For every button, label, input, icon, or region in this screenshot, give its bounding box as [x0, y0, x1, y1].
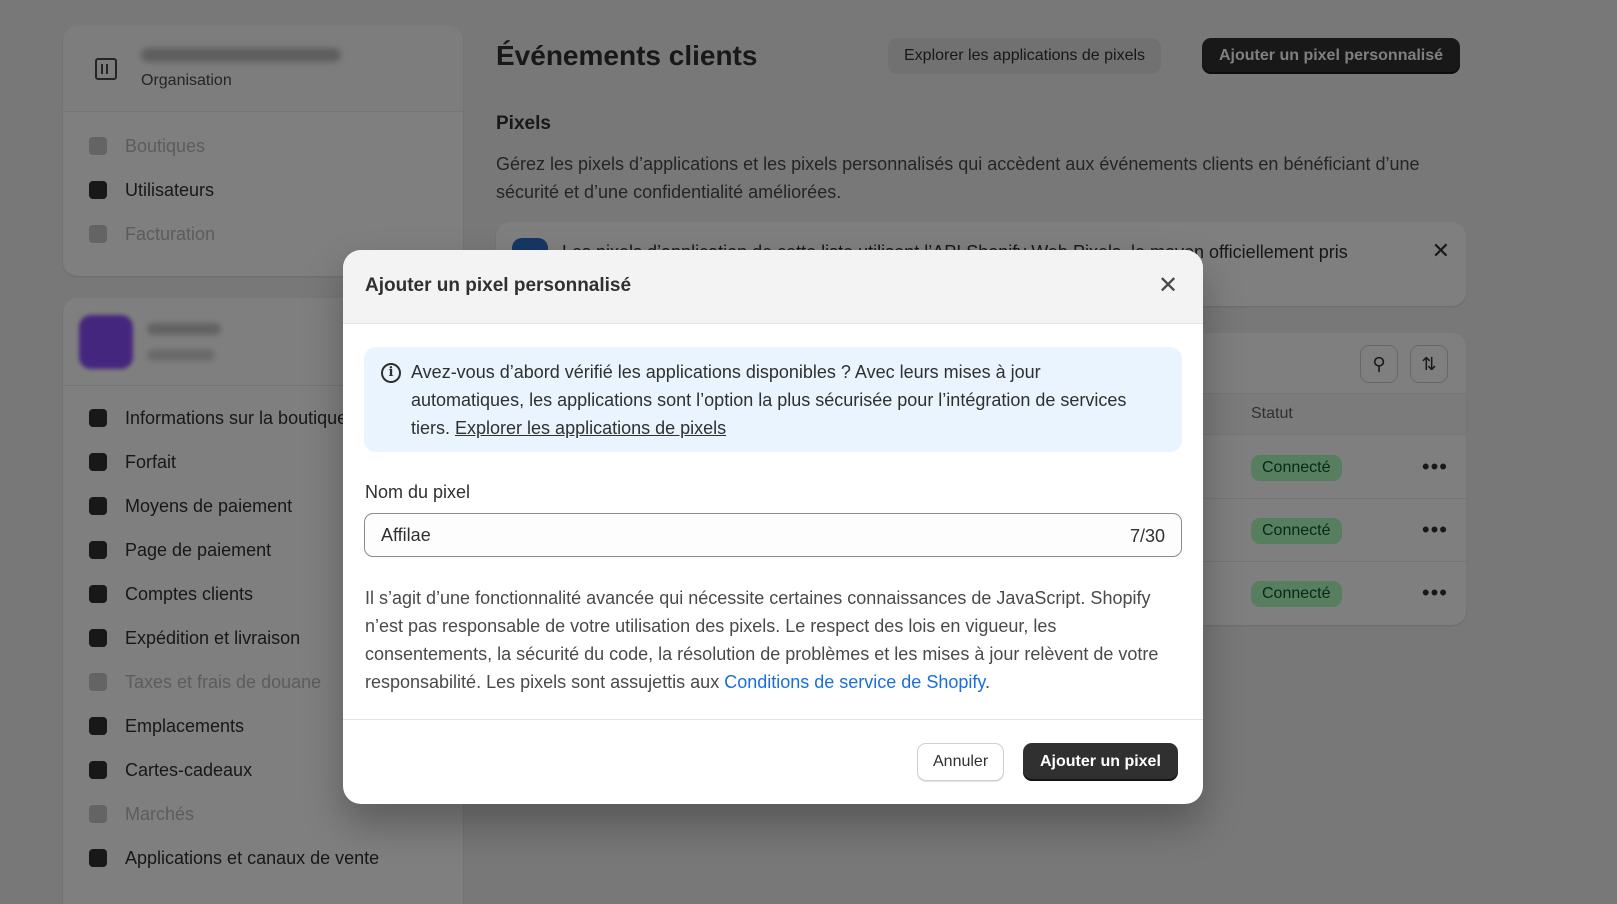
dialog-title: Ajouter un pixel personnalisé: [365, 275, 632, 296]
disclaimer-suffix: .: [985, 672, 991, 692]
info-callout: i Avez-vous d’abord vérifié les applicat…: [364, 347, 1182, 452]
info-icon: i: [381, 363, 401, 383]
info-callout-text: Avez-vous d’abord vérifié les applicatio…: [411, 358, 1151, 442]
add-custom-pixel-dialog: Ajouter un pixel personnalisé ✕ i Avez-v…: [343, 250, 1203, 804]
explore-pixel-apps-link[interactable]: Explorer les applications de pixels: [455, 418, 726, 438]
pixel-name-field[interactable]: 7/30: [364, 513, 1182, 557]
character-count: 7/30: [1129, 526, 1165, 546]
close-icon[interactable]: ✕: [1155, 273, 1181, 299]
terms-of-service-link[interactable]: Conditions de service de Shopify: [724, 672, 985, 692]
disclaimer-text: Il s’agit d’une fonctionnalité avancée q…: [365, 584, 1185, 696]
dialog-header: Ajouter un pixel personnalisé ✕: [343, 250, 1203, 324]
dialog-footer: Annuler Ajouter un pixel: [343, 719, 1203, 804]
pixel-name-input[interactable]: [365, 514, 1065, 556]
pixel-name-label: Nom du pixel: [365, 482, 471, 502]
cancel-button[interactable]: Annuler: [917, 743, 1005, 781]
add-pixel-button[interactable]: Ajouter un pixel: [1023, 743, 1178, 781]
